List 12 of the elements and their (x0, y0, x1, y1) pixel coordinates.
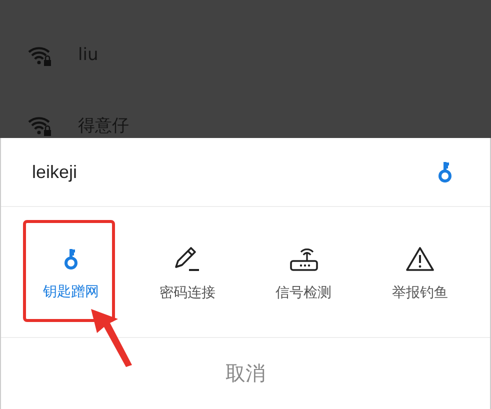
router-icon (288, 246, 319, 272)
action-button[interactable]: 钥匙蹭网 (13, 207, 130, 337)
warning-icon (404, 246, 435, 272)
pointer-arrow (88, 307, 134, 369)
action-button[interactable]: 密码连接 (129, 207, 246, 337)
network-title: leikeji (32, 162, 78, 182)
action-button[interactable]: 举报钓鱼 (362, 207, 478, 337)
pencil-icon (173, 246, 202, 272)
action-button[interactable]: 信号检测 (246, 207, 362, 337)
cancel-button[interactable]: 取消 (216, 356, 276, 390)
key-icon (62, 247, 80, 271)
key-icon (436, 160, 454, 184)
